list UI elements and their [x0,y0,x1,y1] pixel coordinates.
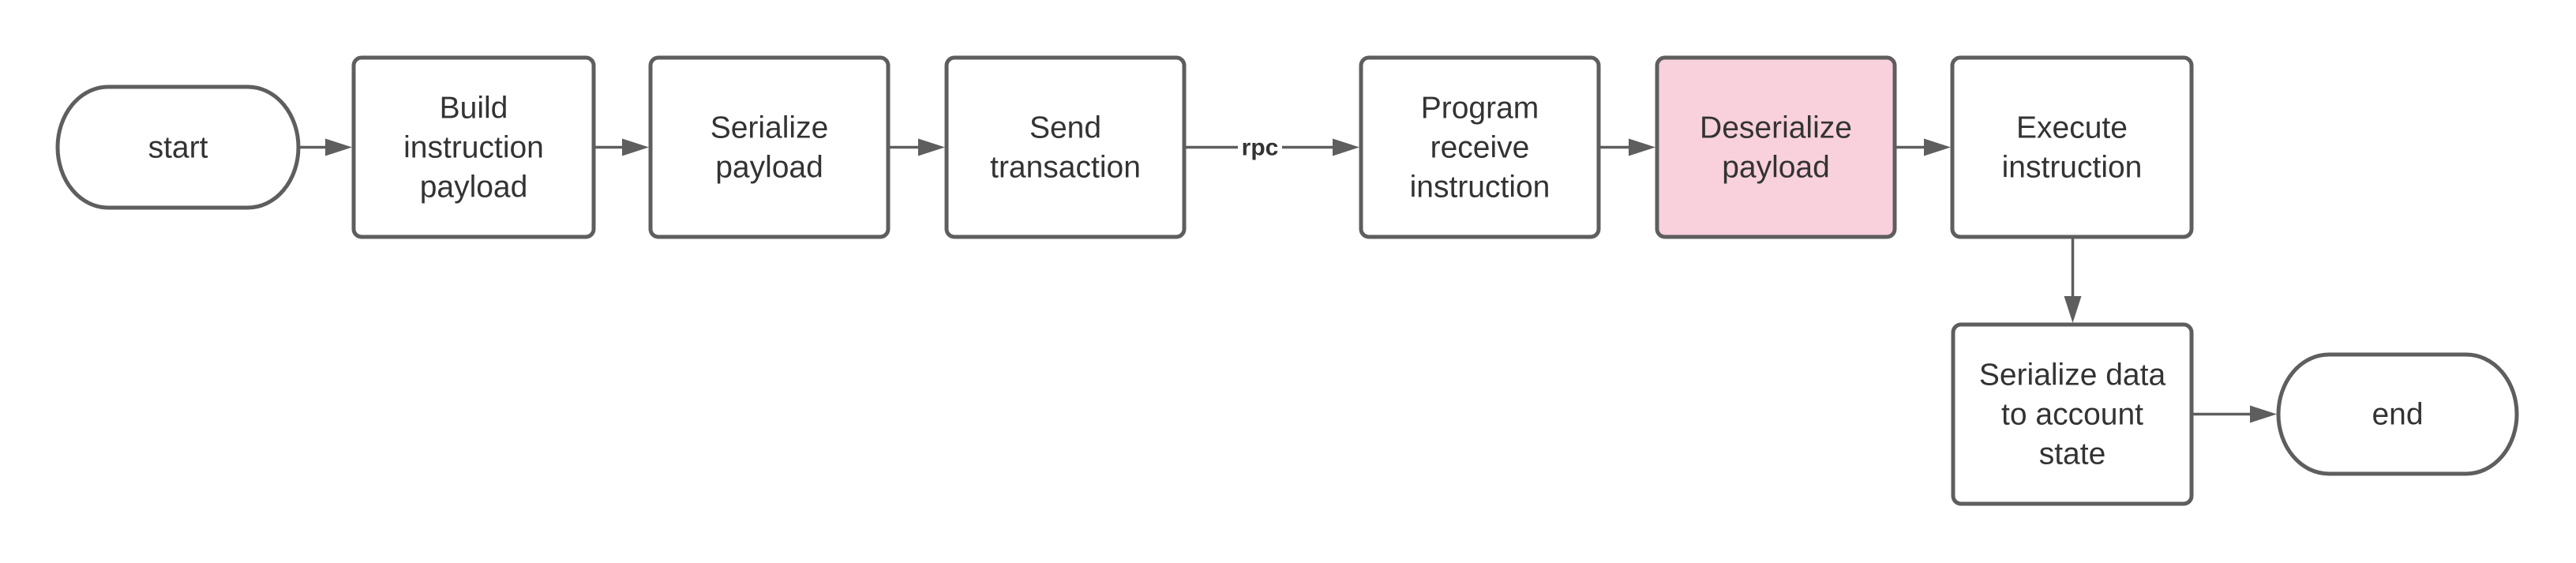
node-serialize-state[interactable]: Serialize data to account state [1951,322,2194,506]
node-deserialize[interactable]: Deserialize payload [1655,55,1897,239]
node-label-line: state [2039,437,2106,471]
node-label-line: transaction [990,151,1141,185]
node-label-line: Program [1421,92,1539,126]
process-shape [944,55,1187,239]
node-build[interactable]: Build instruction payload [351,55,596,239]
node-label-line: Serialize [711,111,829,145]
node-end[interactable]: end [2276,352,2519,476]
arrow-head-icon [2064,296,2082,323]
node-label-line: receive [1430,131,1530,165]
node-label-line: start [148,131,208,165]
arrow-head-icon [2250,405,2277,423]
node-execute[interactable]: Execute instruction [1950,55,2194,239]
arrow-head-icon [1333,138,1359,156]
process-shape [1655,55,1897,239]
node-start[interactable]: start [55,84,301,210]
node-label-line: instruction [2002,151,2143,185]
node-label-line: instruction [1410,171,1550,205]
arrow-head-icon [622,138,649,156]
arrow-head-icon [1629,138,1655,156]
edge-label: rpc [1242,135,1279,161]
node-label-line: Serialize data [1979,358,2166,392]
edge-send-to-program: rpc [1184,131,1359,163]
nodes-layer: start Build instruction payload Serialize pay… [55,55,2519,506]
node-send[interactable]: Send transaction [944,55,1187,239]
node-label-line: Send [1029,111,1101,145]
edge-deserialize-to-execute [1895,138,1951,156]
process-shape [648,55,891,239]
node-label-line: payload [1722,151,1830,185]
node-label-line: to account [2001,398,2143,432]
arrow-head-icon [918,138,945,156]
node-label-line: Build [440,92,508,126]
flowchart-canvas: rpc startBuildinstructionpayloadSerializ… [55,55,2519,506]
arrow-head-icon [325,138,352,156]
edge-execute-to-serialize-state [2064,237,2082,323]
node-program[interactable]: Program receive instruction [1359,55,1601,239]
node-label-line: payload [715,151,823,185]
node-label-line: end [2372,398,2423,432]
edge-start-to-build [298,138,352,156]
node-serialize[interactable]: Serialize payload [648,55,891,239]
arrow-head-icon [1924,138,1951,156]
edge-build-to-serialize [594,138,649,156]
edge-serialize-state-to-end [2192,405,2277,423]
process-shape [1950,55,2194,239]
node-label-line: Execute [2016,111,2128,145]
node-label-line: instruction [403,131,544,165]
edge-program-to-deserialize [1599,138,1655,156]
node-label-line: Deserialize [1700,111,1852,145]
node-label-line: payload [420,171,528,205]
edge-serialize-to-send [888,138,945,156]
